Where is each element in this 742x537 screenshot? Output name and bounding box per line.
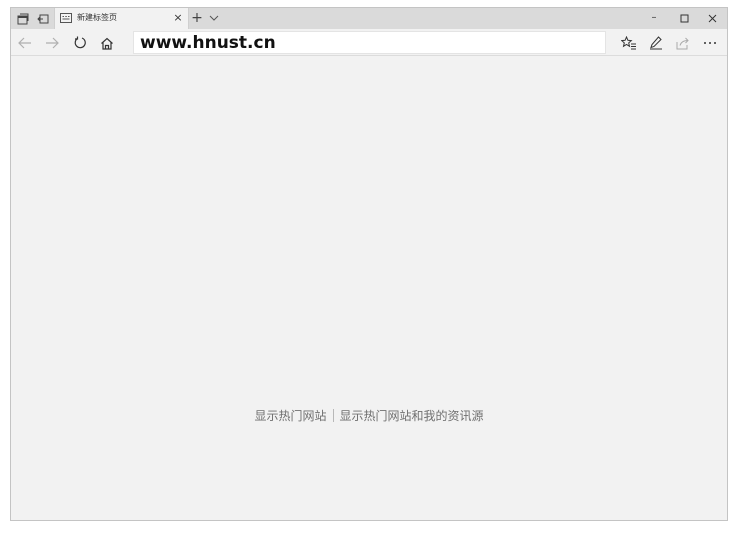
- back-arrow-icon: [18, 37, 31, 49]
- forward-button[interactable]: [43, 34, 61, 52]
- share-icon: [676, 37, 689, 49]
- divider: [332, 409, 334, 422]
- refresh-button[interactable]: [71, 34, 89, 52]
- minimize-icon: –: [651, 12, 657, 23]
- close-window-button[interactable]: [703, 10, 721, 26]
- more-button[interactable]: [701, 34, 719, 52]
- web-note-pen-icon: [650, 36, 662, 50]
- address-url-text[interactable]: www.hnust.cn: [140, 32, 276, 55]
- favorites-hub-button[interactable]: [620, 34, 638, 52]
- favorites-hub-icon: [621, 36, 636, 50]
- feed-options: 显示热门网站 显示热门网站和我的资讯源: [11, 409, 727, 423]
- new-tab-button[interactable]: +: [189, 10, 205, 26]
- close-tab-button[interactable]: ×: [172, 11, 184, 25]
- new-tab-page-content: 显示热门网站 显示热门网站和我的资讯源: [11, 57, 727, 520]
- close-window-icon: [708, 14, 716, 22]
- maximize-icon: [680, 14, 688, 22]
- show-top-sites-and-feed-link[interactable]: 显示热门网站和我的资讯源: [340, 409, 484, 423]
- show-top-sites-link[interactable]: 显示热门网站: [254, 409, 326, 423]
- minimize-button[interactable]: –: [645, 10, 663, 26]
- tab-bar: 新建标签页 × + –: [11, 8, 727, 29]
- web-note-button[interactable]: [647, 34, 665, 52]
- tab-preview-icon[interactable]: [15, 11, 31, 26]
- forward-arrow-icon: [46, 37, 59, 49]
- back-button[interactable]: [16, 34, 34, 52]
- address-bar[interactable]: www.hnust.cn: [133, 31, 606, 54]
- navigation-bar: www.hnust.cn: [11, 29, 727, 56]
- browser-window: 新建标签页 × + – www.hnust.cn 显示热门网站 显示热门网站和我…: [10, 7, 728, 521]
- home-icon: [101, 37, 113, 50]
- chevron-down-icon[interactable]: [207, 10, 221, 26]
- new-tab-page-icon: [60, 13, 72, 23]
- tab-new-tab[interactable]: 新建标签页 ×: [54, 8, 189, 29]
- home-button[interactable]: [98, 34, 116, 52]
- tab-title: 新建标签页: [77, 13, 117, 22]
- refresh-icon: [74, 36, 86, 49]
- more-dots-icon: [704, 42, 716, 44]
- share-button[interactable]: [674, 34, 692, 52]
- maximize-button[interactable]: [675, 10, 693, 26]
- set-tabs-aside-icon[interactable]: [35, 11, 51, 26]
